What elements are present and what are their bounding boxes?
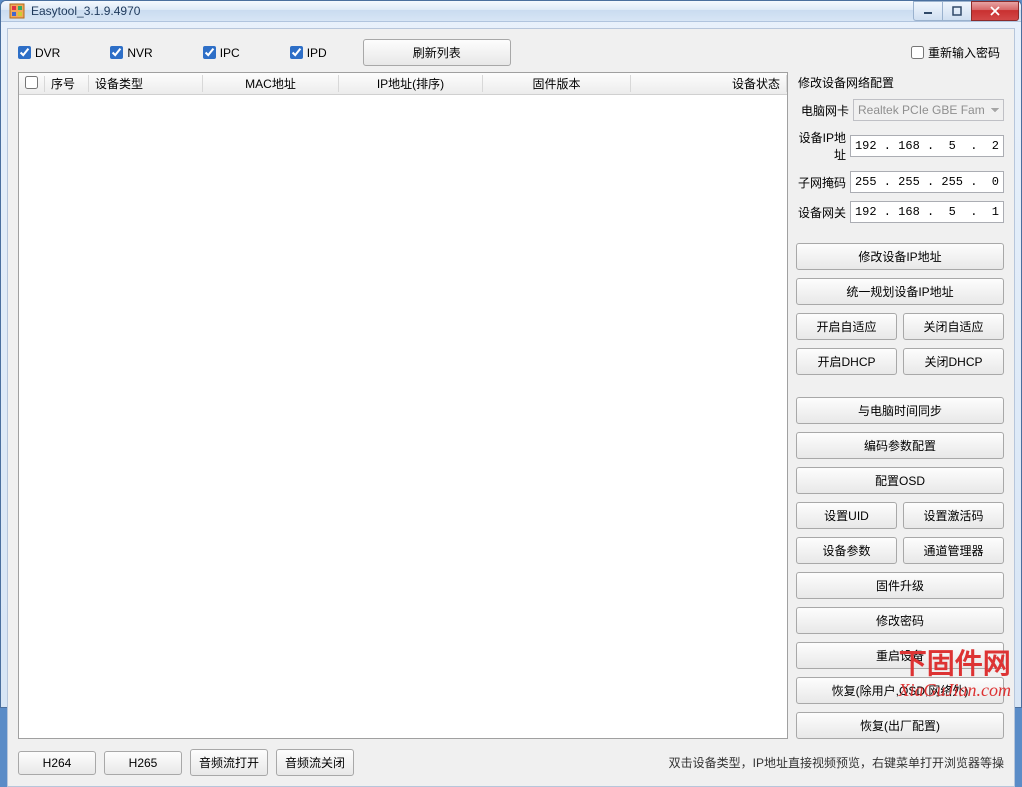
h264-button[interactable]: H264 bbox=[18, 751, 96, 775]
filter-dvr[interactable]: DVR bbox=[18, 46, 60, 60]
column-mac[interactable]: MAC地址 bbox=[203, 75, 339, 92]
set-uid-button[interactable]: 设置UID bbox=[796, 502, 897, 529]
filter-row: DVR NVR IPC IPD 刷新列表 重新输入密码 bbox=[8, 29, 1014, 72]
column-seq[interactable]: 序号 bbox=[45, 75, 89, 92]
table-header: 序号 设备类型 MAC地址 IP地址(排序) 固件版本 设备状态 bbox=[19, 73, 787, 95]
ip-label: 设备IP地址 bbox=[796, 129, 850, 163]
h265-button[interactable]: H265 bbox=[104, 751, 182, 775]
filter-nvr[interactable]: NVR bbox=[110, 46, 152, 60]
ip-input[interactable]: 192 . 168 . 5 . 2 bbox=[850, 135, 1004, 157]
title-bar: Easytool_3.1.9.4970 bbox=[1, 1, 1021, 22]
refresh-list-button[interactable]: 刷新列表 bbox=[363, 39, 511, 66]
side-title: 修改设备网络配置 bbox=[796, 72, 1004, 91]
filter-dvr-checkbox[interactable] bbox=[18, 46, 31, 59]
column-type[interactable]: 设备类型 bbox=[89, 75, 203, 92]
app-window: Easytool_3.1.9.4970 DVR NVR IPC IPD 刷新列表… bbox=[0, 0, 1022, 708]
restore-factory-button[interactable]: 恢复(出厂配置) bbox=[796, 712, 1004, 739]
close-button[interactable] bbox=[971, 1, 1019, 21]
device-param-button[interactable]: 设备参数 bbox=[796, 537, 897, 564]
gw-label: 设备网关 bbox=[796, 204, 850, 221]
reenter-password-checkbox[interactable] bbox=[911, 46, 924, 59]
nic-label: 电脑网卡 bbox=[796, 102, 853, 119]
mask-input[interactable]: 255 . 255 . 255 . 0 bbox=[850, 171, 1004, 193]
reenter-password[interactable]: 重新输入密码 bbox=[911, 44, 1000, 61]
osd-button[interactable]: 配置OSD bbox=[796, 467, 1004, 494]
dhcp-on-button[interactable]: 开启DHCP bbox=[796, 348, 897, 375]
auto-on-button[interactable]: 开启自适应 bbox=[796, 313, 897, 340]
select-all-checkbox[interactable] bbox=[25, 76, 38, 89]
restore-except-button[interactable]: 恢复(除用户,OSD,网络外) bbox=[796, 677, 1004, 704]
audio-on-button[interactable]: 音频流打开 bbox=[190, 749, 268, 776]
set-activation-button[interactable]: 设置激活码 bbox=[903, 502, 1004, 529]
minimize-button[interactable] bbox=[913, 1, 942, 21]
content-area: DVR NVR IPC IPD 刷新列表 重新输入密码 序号 设备类型 MAC地… bbox=[7, 28, 1015, 787]
auto-off-button[interactable]: 关闭自适应 bbox=[903, 313, 1004, 340]
column-ip[interactable]: IP地址(排序) bbox=[339, 75, 483, 92]
mask-label: 子网掩码 bbox=[796, 174, 850, 191]
gw-input[interactable]: 192 . 168 . 5 . 1 bbox=[850, 201, 1004, 223]
change-password-button[interactable]: 修改密码 bbox=[796, 607, 1004, 634]
channel-manager-button[interactable]: 通道管理器 bbox=[903, 537, 1004, 564]
app-icon bbox=[9, 3, 25, 19]
filter-ipc-checkbox[interactable] bbox=[203, 46, 216, 59]
column-fw[interactable]: 固件版本 bbox=[483, 75, 631, 92]
fw-upgrade-button[interactable]: 固件升级 bbox=[796, 572, 1004, 599]
hint-text: 双击设备类型，IP地址直接视频预览，右键菜单打开浏览器等操 bbox=[669, 754, 1004, 771]
maximize-button[interactable] bbox=[942, 1, 971, 21]
column-status[interactable]: 设备状态 bbox=[631, 75, 787, 92]
table-body[interactable] bbox=[19, 95, 787, 738]
filter-ipd[interactable]: IPD bbox=[290, 46, 327, 60]
filter-nvr-checkbox[interactable] bbox=[110, 46, 123, 59]
bottom-toolbar: H264 H265 音频流打开 音频流关闭 双击设备类型，IP地址直接视频预览，… bbox=[8, 743, 1014, 786]
filter-ipd-checkbox[interactable] bbox=[290, 46, 303, 59]
encode-param-button[interactable]: 编码参数配置 bbox=[796, 432, 1004, 459]
window-title: Easytool_3.1.9.4970 bbox=[31, 4, 140, 18]
nic-select[interactable]: Realtek PCIe GBE Fam bbox=[853, 99, 1004, 121]
time-sync-button[interactable]: 与电脑时间同步 bbox=[796, 397, 1004, 424]
filter-ipc[interactable]: IPC bbox=[203, 46, 240, 60]
reboot-button[interactable]: 重启设备 bbox=[796, 642, 1004, 669]
device-table: 序号 设备类型 MAC地址 IP地址(排序) 固件版本 设备状态 bbox=[18, 72, 788, 739]
plan-ip-button[interactable]: 统一规划设备IP地址 bbox=[796, 278, 1004, 305]
side-panel: 修改设备网络配置 电脑网卡 Realtek PCIe GBE Fam 设备IP地… bbox=[796, 72, 1004, 739]
audio-off-button[interactable]: 音频流关闭 bbox=[276, 749, 354, 776]
modify-ip-button[interactable]: 修改设备IP地址 bbox=[796, 243, 1004, 270]
dhcp-off-button[interactable]: 关闭DHCP bbox=[903, 348, 1004, 375]
